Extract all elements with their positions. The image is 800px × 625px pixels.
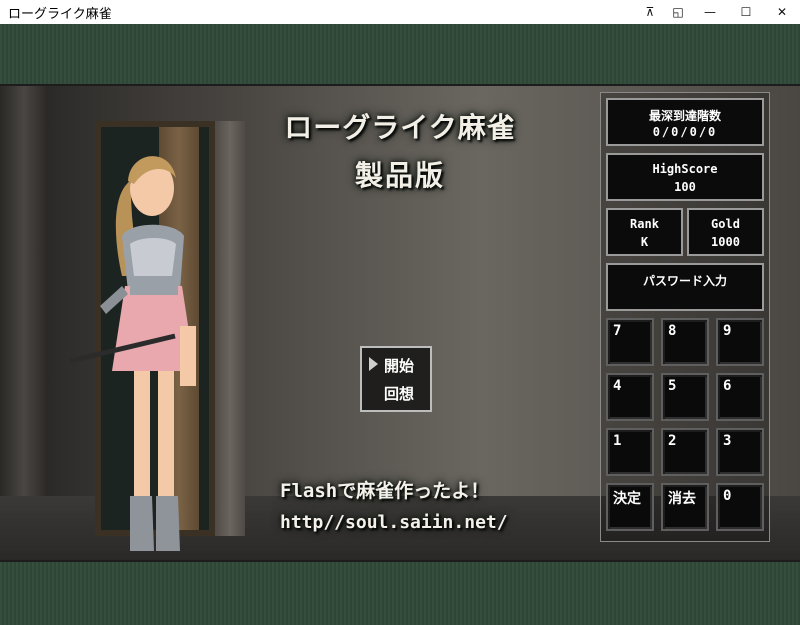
minimize-button[interactable]: — [692, 0, 728, 24]
menu-cursor-icon [369, 357, 378, 371]
pin-icon[interactable]: ⊼ [636, 0, 664, 24]
key-decide[interactable]: 決定 [606, 483, 654, 531]
key-6[interactable]: 6 [716, 373, 764, 421]
compact-overlay-icon[interactable]: ◱ [664, 0, 692, 24]
title-line1: ローグライク麻雀 [284, 111, 516, 144]
key-erase[interactable]: 消去 [661, 483, 709, 531]
key-3[interactable]: 3 [716, 428, 764, 476]
deepest-floor-value: 0/0/0/0 [652, 125, 718, 139]
side-panel: 最深到達階数 0/0/0/0 HighScore 100 Rank K Gold… [600, 92, 770, 542]
highscore-box: HighScore 100 [606, 153, 764, 201]
key-0[interactable]: 0 [716, 483, 764, 531]
title-line2: 製品版 [354, 159, 445, 192]
rank-box: Rank K [606, 208, 683, 256]
key-1[interactable]: 1 [606, 428, 654, 476]
key-5[interactable]: 5 [661, 373, 709, 421]
game-title: ローグライク麻雀 製品版 [260, 106, 540, 194]
caption-line1: Flashで麻雀作ったよ！ [280, 480, 490, 502]
title-menu: 開始 回想 [360, 346, 432, 412]
password-label: パスワード入力 [642, 274, 727, 288]
key-2[interactable]: 2 [661, 428, 709, 476]
window-titlebar: ローグライク麻雀 ⊼ ◱ — ☐ ✕ [0, 0, 800, 24]
menu-recollection[interactable]: 回想 [384, 383, 414, 404]
gold-box: Gold 1000 [687, 208, 764, 256]
window-title: ローグライク麻雀 [8, 6, 112, 22]
caption-url: http//soul.saiin.net/ [280, 512, 508, 533]
password-entry-box[interactable]: パスワード入力 [606, 263, 764, 311]
highscore-value: 100 [674, 180, 696, 194]
rank-value: K [640, 235, 649, 249]
key-9[interactable]: 9 [716, 318, 764, 366]
gold-label: Gold [711, 217, 740, 231]
key-8[interactable]: 8 [661, 318, 709, 366]
key-7[interactable]: 7 [606, 318, 654, 366]
gold-value: 1000 [711, 235, 740, 249]
deepest-floor-label: 最深到達階数 [648, 109, 721, 123]
key-4[interactable]: 4 [606, 373, 654, 421]
maximize-button[interactable]: ☐ [728, 0, 764, 24]
left-pillar [0, 86, 48, 560]
highscore-label: HighScore [652, 162, 718, 176]
rank-label: Rank [630, 217, 659, 231]
menu-start[interactable]: 開始 [384, 355, 414, 376]
deepest-floor-box: 最深到達階数 0/0/0/0 [606, 98, 764, 146]
close-button[interactable]: ✕ [764, 0, 800, 24]
warrior-girl-character [69, 156, 196, 551]
